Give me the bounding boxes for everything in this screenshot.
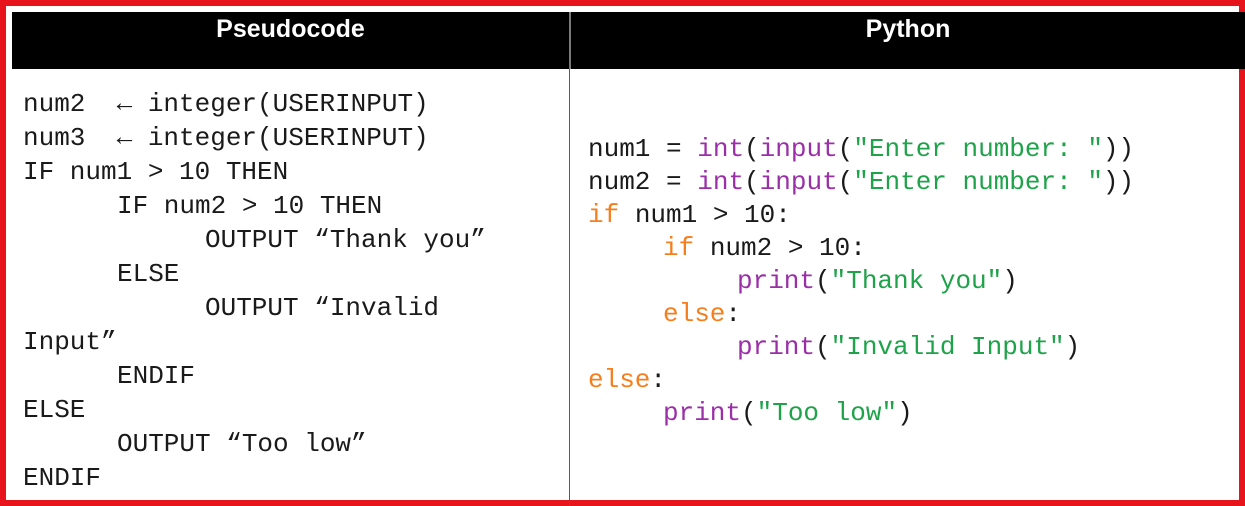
python-function: input bbox=[759, 134, 838, 164]
column-divider bbox=[569, 69, 570, 506]
python-line-7: print("Invalid Input") bbox=[588, 331, 1134, 364]
pseudo-line-4: IF num2 > 10 THEN bbox=[117, 191, 383, 221]
python-variable: num1 bbox=[588, 134, 651, 164]
python-paren: ( bbox=[744, 134, 760, 164]
python-string: "Enter number: " bbox=[853, 167, 1103, 197]
python-paren: )) bbox=[1102, 134, 1135, 164]
python-line-8: else: bbox=[588, 364, 1134, 397]
pseudo-line-10: ELSE bbox=[23, 395, 86, 425]
python-paren: ( bbox=[815, 332, 831, 362]
comparison-table: Pseudocode Python num2 ← integer(USERINP… bbox=[12, 12, 1245, 506]
python-line-4: if num2 > 10: bbox=[588, 232, 1134, 265]
python-variable: num2 bbox=[588, 167, 651, 197]
python-keyword: if bbox=[588, 200, 620, 230]
python-keyword: else bbox=[588, 365, 651, 395]
pseudo-line-9: ENDIF bbox=[117, 361, 196, 391]
pseudo-line-2: num3 ← integer(USERINPUT) bbox=[23, 123, 429, 153]
python-paren: ( bbox=[837, 134, 854, 164]
python-string: "Enter number: " bbox=[853, 134, 1103, 164]
python-string: "Invalid Input" bbox=[830, 332, 1065, 362]
python-paren: ) bbox=[1064, 332, 1081, 362]
pseudocode-block: num2 ← integer(USERINPUT) num3 ← integer(… bbox=[23, 87, 486, 495]
python-paren: ) bbox=[1002, 266, 1018, 296]
comparison-frame: Pseudocode Python num2 ← integer(USERINP… bbox=[0, 0, 1245, 506]
pseudo-line-7: OUTPUT “Invalid bbox=[205, 293, 440, 323]
python-string: "Too low" bbox=[756, 398, 898, 428]
python-code: : bbox=[650, 365, 667, 395]
pseudo-line-6: ELSE bbox=[117, 259, 180, 289]
python-function: print bbox=[737, 332, 816, 362]
pseudo-line-12: ENDIF bbox=[23, 463, 102, 493]
python-code: : bbox=[725, 299, 742, 329]
python-line-1: num1 = int(input("Enter number: ")) bbox=[588, 133, 1134, 166]
python-paren: ) bbox=[897, 398, 913, 428]
python-string: "Thank you" bbox=[830, 266, 1003, 296]
python-function: print bbox=[737, 266, 816, 296]
python-function: int bbox=[697, 167, 745, 197]
pseudo-line-1: num2 ← integer(USERINPUT) bbox=[23, 89, 429, 119]
header-python: Python bbox=[571, 12, 1245, 69]
python-code: num1 > 10: bbox=[619, 200, 791, 230]
python-line-3: if num1 > 10: bbox=[588, 199, 1134, 232]
python-operator: = bbox=[650, 167, 698, 197]
python-paren: ( bbox=[744, 167, 760, 197]
python-keyword: else bbox=[663, 299, 726, 329]
pseudo-line-3: IF num1 > 10 THEN bbox=[23, 157, 289, 187]
python-paren: ( bbox=[741, 398, 757, 428]
python-function: input bbox=[759, 167, 838, 197]
python-function: int bbox=[697, 134, 745, 164]
pseudo-line-8: Input” bbox=[23, 327, 117, 357]
header-pseudocode: Pseudocode bbox=[12, 12, 569, 69]
python-operator: = bbox=[650, 134, 698, 164]
python-paren: ( bbox=[815, 266, 831, 296]
python-line-5: print("Thank you") bbox=[588, 265, 1134, 298]
python-block: num1 = int(input("Enter number: ")) num2 … bbox=[588, 133, 1134, 430]
python-line-9: print("Too low") bbox=[588, 397, 1134, 430]
pseudo-line-11: OUTPUT “Too low” bbox=[117, 429, 367, 459]
python-line-6: else: bbox=[588, 298, 1134, 331]
pseudo-line-5: OUTPUT “Thank you” bbox=[205, 225, 486, 255]
python-paren: )) bbox=[1102, 167, 1135, 197]
python-paren: ( bbox=[837, 167, 854, 197]
python-line-2: num2 = int(input("Enter number: ")) bbox=[588, 166, 1134, 199]
python-function: print bbox=[663, 398, 742, 428]
python-keyword: if bbox=[663, 233, 695, 263]
python-code: num2 > 10: bbox=[694, 233, 866, 263]
